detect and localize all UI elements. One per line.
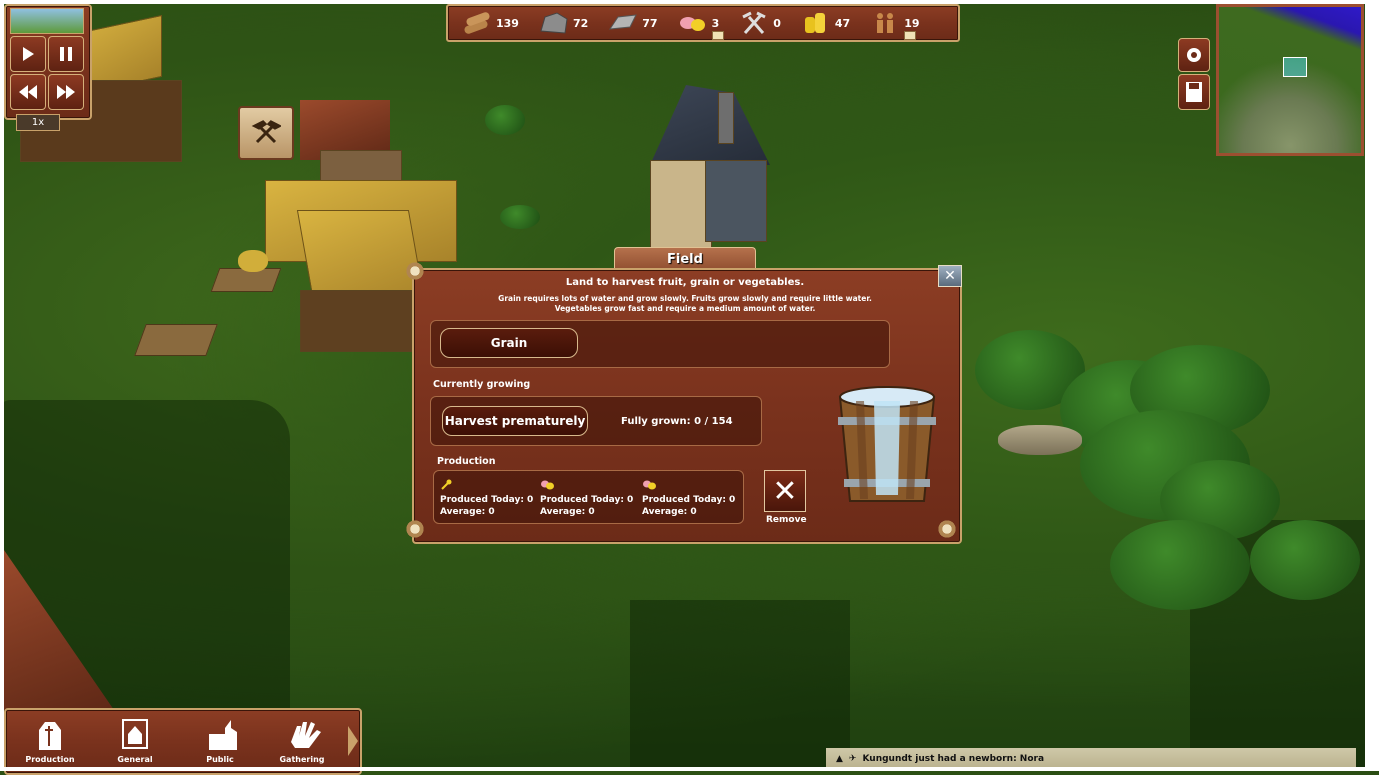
speed-controls xyxy=(4,4,92,120)
gear-icon xyxy=(1187,48,1201,62)
hand-icon xyxy=(287,716,321,752)
floppy-disk-icon xyxy=(1186,82,1202,102)
church-icon xyxy=(205,716,237,752)
pause-button[interactable] xyxy=(48,36,84,72)
faster-button[interactable] xyxy=(48,74,84,110)
produced-today: Produced Today: 0 xyxy=(440,495,534,505)
save-button[interactable] xyxy=(1178,74,1210,110)
bush xyxy=(1250,520,1360,600)
resource-gold: 47 xyxy=(801,11,850,35)
remove-x-icon: ✕ xyxy=(772,473,798,509)
menu-gathering[interactable]: Gathering xyxy=(272,716,332,772)
speed-label: 1x xyxy=(16,114,60,131)
hammer-pick-icon xyxy=(251,120,281,144)
mail-icon xyxy=(711,30,724,40)
vegetable-icon xyxy=(643,480,656,490)
menu-production[interactable]: Production xyxy=(20,716,80,772)
production-label: Production xyxy=(437,456,496,467)
minimap-viewport xyxy=(1283,57,1307,77)
hay-pile xyxy=(238,250,268,272)
stork-icon: ✈ xyxy=(848,754,857,764)
production-fruit: Produced Today: 0 Average: 0 xyxy=(540,476,633,517)
farm-wall xyxy=(300,290,412,352)
wood-plank xyxy=(134,324,218,356)
average: Average: 0 xyxy=(540,507,595,517)
resource-wood: 139 xyxy=(462,11,519,35)
menu-general[interactable]: General xyxy=(105,716,165,772)
townhouse-wall xyxy=(650,160,712,252)
corner-ornament xyxy=(936,518,958,540)
fully-grown-text: Fully grown: 0 / 154 xyxy=(621,416,733,427)
bush xyxy=(1110,520,1250,610)
description-line-2: Vegetables grow fast and require a mediu… xyxy=(554,304,816,313)
chimney xyxy=(718,92,734,144)
remove-button[interactable]: ✕ xyxy=(764,470,806,512)
resource-iron: 77 xyxy=(608,11,658,35)
water-bucket-icon xyxy=(834,383,940,507)
currently-growing-label: Currently growing xyxy=(433,379,531,390)
production-grain: Produced Today: 0 Average: 0 xyxy=(440,476,533,517)
produced-today: Produced Today: 0 xyxy=(642,495,736,505)
bush xyxy=(500,205,540,229)
wood-log-icon xyxy=(462,11,492,35)
resource-tools: 0 xyxy=(739,11,781,35)
resource-food: 3 xyxy=(678,11,724,40)
harvest-prematurely-button[interactable]: Harvest prematurely xyxy=(442,406,588,436)
wheat-sack-icon xyxy=(35,716,65,752)
notification-bar[interactable]: ▲ ✈ Kungundt just had a newborn: Nora xyxy=(826,748,1356,770)
average: Average: 0 xyxy=(642,507,697,517)
terrain-shadow xyxy=(630,600,850,771)
bush xyxy=(485,105,525,135)
corner-ornament xyxy=(404,518,426,540)
iron-bar-icon xyxy=(608,11,638,35)
expand-up-icon[interactable]: ▲ xyxy=(836,754,843,764)
cart xyxy=(210,268,282,292)
produced-today: Produced Today: 0 xyxy=(540,495,634,505)
resource-stone: 72 xyxy=(539,11,588,35)
remove-label: Remove xyxy=(766,515,807,525)
bottom-menu: Production General Public Gathering xyxy=(4,708,362,775)
tools-icon xyxy=(739,11,769,35)
fast-forward-icon xyxy=(57,85,75,99)
resource-population: 19 xyxy=(870,11,920,40)
stone-icon xyxy=(539,11,569,35)
minimap[interactable] xyxy=(1216,4,1364,156)
play-button[interactable] xyxy=(10,36,46,72)
description-main: Land to harvest fruit, grain or vegetabl… xyxy=(565,277,805,288)
notification-text: Kungundt just had a newborn: Nora xyxy=(862,754,1045,764)
rock xyxy=(998,425,1082,455)
build-marker-button[interactable] xyxy=(238,106,294,160)
description-line-1: Grain requires lots of water and grow sl… xyxy=(498,294,872,303)
house-icon xyxy=(120,716,150,752)
menu-expand-icon[interactable] xyxy=(348,726,358,756)
menu-public[interactable]: Public xyxy=(190,716,250,772)
pause-icon xyxy=(60,47,72,61)
population-icon xyxy=(870,11,900,35)
rewind-icon xyxy=(19,85,37,99)
landscape-thumbnail xyxy=(10,8,84,34)
crop-grain-button[interactable]: Grain xyxy=(440,328,578,358)
gold-coins-icon xyxy=(801,11,831,35)
townhouse-roof xyxy=(650,85,770,165)
description-detail: Grain requires lots of water and grow sl… xyxy=(412,294,958,314)
slower-button[interactable] xyxy=(10,74,46,110)
farm-roof-front xyxy=(296,210,426,302)
average: Average: 0 xyxy=(440,507,495,517)
resource-bar: 139 72 77 3 0 47 19 xyxy=(446,4,960,42)
mail-icon xyxy=(904,30,917,40)
townhouse-side xyxy=(705,160,767,242)
food-icon xyxy=(678,11,708,35)
play-icon xyxy=(23,47,34,61)
grain-icon xyxy=(441,479,452,490)
fruit-icon xyxy=(541,480,554,490)
production-vegetable: Produced Today: 0 Average: 0 xyxy=(642,476,735,517)
settings-button[interactable] xyxy=(1178,38,1210,72)
